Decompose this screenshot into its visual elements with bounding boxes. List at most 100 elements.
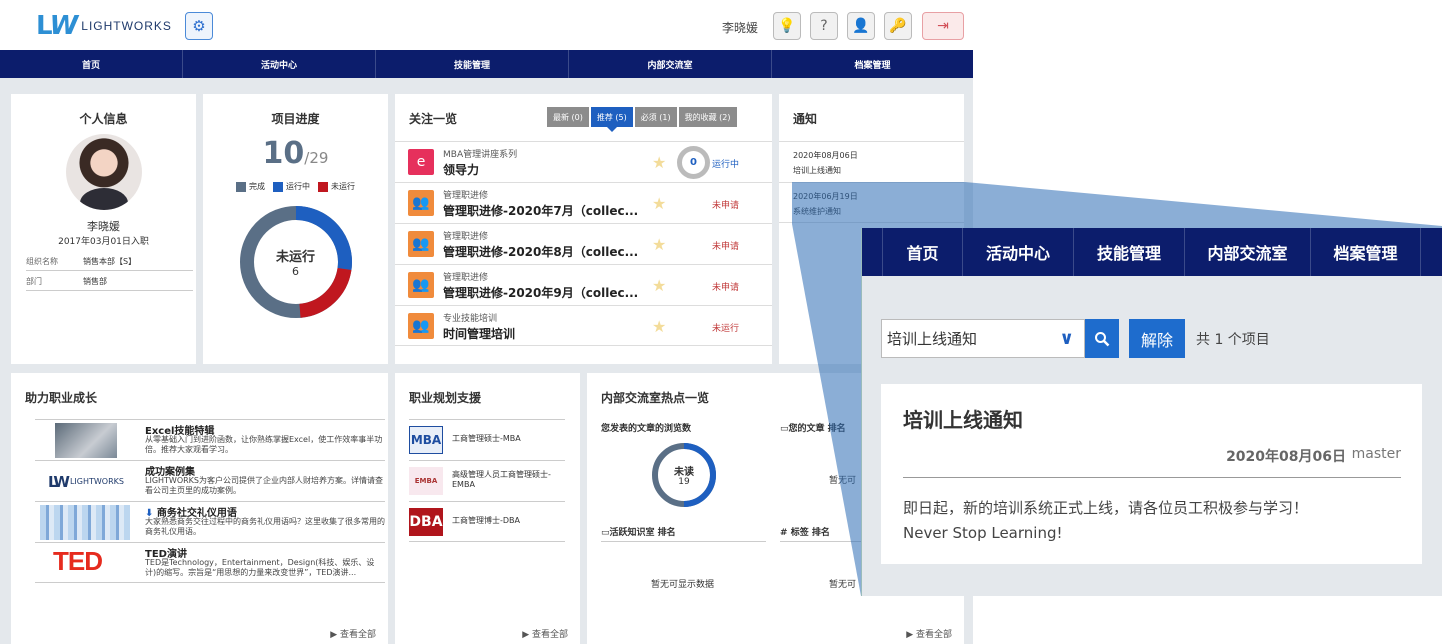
clear-button[interactable]: 解除 bbox=[1129, 319, 1185, 358]
group-icon: 👥 bbox=[408, 272, 434, 298]
unread-label: 未读 bbox=[674, 467, 694, 478]
zoom-nav-activity[interactable]: 活动中心 bbox=[962, 228, 1073, 276]
nav-archive[interactable]: 档案管理 bbox=[772, 50, 973, 78]
avatar bbox=[66, 134, 142, 210]
settings-button[interactable]: ⚙ bbox=[185, 12, 213, 40]
app-root: LW LIGHTWORKS ⚙ 李晓媛 💡 ? 👤 🔑 ⇥ 首页 活动中心 技能… bbox=[0, 0, 1442, 644]
legend-item: 完成 bbox=[236, 181, 265, 192]
career-item[interactable]: ⬇ 商务社交礼仪用语 大家熟悉商务交往过程中的商务礼仪用语吗？这里收集了很多常用… bbox=[35, 501, 385, 542]
nav-home[interactable]: 首页 bbox=[0, 50, 183, 78]
key-icon: 🔑 bbox=[889, 18, 907, 34]
user-icon: 👤 bbox=[852, 18, 870, 34]
item-title[interactable]: 管理职进修-2020年9月（collec... bbox=[443, 284, 638, 301]
item-desc: TED是Technology，Entertainment，Design(科技、娱… bbox=[145, 558, 375, 577]
star-icon[interactable]: ★ bbox=[652, 235, 666, 254]
legend-label: 完成 bbox=[249, 182, 265, 191]
tab-required[interactable]: 必须 (1) bbox=[634, 107, 677, 127]
follow-item[interactable]: 👥 专业技能培训 时间管理培训 ★ 未运行 bbox=[395, 305, 772, 346]
notice-select[interactable]: 培训上线通知 ∨ bbox=[881, 319, 1085, 358]
password-button[interactable]: 🔑 bbox=[884, 12, 912, 40]
item-text[interactable]: 高级管理人员工商管理硕士-EMBA bbox=[452, 470, 565, 490]
view-all-link[interactable]: ▶ 查看全部 bbox=[522, 627, 568, 640]
divider bbox=[903, 477, 1401, 478]
star-icon[interactable]: ★ bbox=[652, 317, 666, 336]
group-icon: 👥 bbox=[408, 231, 434, 257]
zoom-nav-exchange[interactable]: 内部交流室 bbox=[1184, 228, 1310, 276]
item-text[interactable]: 工商管理博士-DBA bbox=[452, 516, 520, 526]
planning-item[interactable]: MBA 工商管理硕士-MBA bbox=[409, 419, 565, 460]
follow-item[interactable]: 👥 管理职进修 管理职进修-2020年8月（collec... ★ 未申请 bbox=[395, 223, 772, 264]
notice-date: 2020年08月06日 bbox=[793, 151, 858, 160]
total-count: /29 bbox=[304, 149, 329, 167]
planning-item[interactable]: EMBA 高级管理人员工商管理硕士-EMBA bbox=[409, 460, 565, 501]
item-title[interactable]: 管理职进修-2020年8月（collec... bbox=[443, 243, 638, 260]
notice-date: 2020年06月19日 bbox=[793, 192, 858, 201]
help-button[interactable]: ? bbox=[810, 12, 838, 40]
career-item[interactable]: Excel技能特辑 从零基础入门到进阶函数，让你熟练掌握Excel，使工作效率事… bbox=[35, 419, 385, 460]
follow-item[interactable]: 👥 管理职进修 管理职进修-2020年7月（collec... ★ 未申请 bbox=[395, 182, 772, 223]
nav-skills[interactable]: 技能管理 bbox=[376, 50, 569, 78]
tab-favorites[interactable]: 我的收藏 (2) bbox=[678, 107, 737, 127]
follow-item[interactable]: e MBA管理讲座系列 领导力 ★ 0 运行中 bbox=[395, 141, 772, 182]
search-button[interactable] bbox=[1085, 319, 1119, 358]
active-room-header: ▭活跃知识室 排名 bbox=[601, 525, 766, 542]
item-category: 管理职进修 bbox=[443, 191, 489, 201]
career-item[interactable]: TED TED演讲 TED是Technology，Entertainment，D… bbox=[35, 542, 385, 583]
notice-item[interactable]: 2020年08月06日培训上线通知 bbox=[779, 141, 964, 182]
zoom-nav-home[interactable]: 首页 bbox=[882, 228, 962, 276]
tab-latest[interactable]: 最新 (0) bbox=[547, 107, 589, 127]
star-icon[interactable]: ★ bbox=[652, 194, 666, 213]
progress-circle: 0 bbox=[677, 146, 710, 179]
planning-item[interactable]: DBA 工商管理博士-DBA bbox=[409, 501, 565, 542]
item-status: 未运行 bbox=[712, 324, 740, 334]
logout-button[interactable]: ⇥ bbox=[922, 12, 964, 40]
info-row: 部门 销售部 bbox=[26, 272, 193, 291]
panel-title: 内部交流室热点一览 bbox=[601, 391, 710, 405]
gear-icon: ⚙ bbox=[192, 17, 206, 35]
join-date: 2017年03月01日入职 bbox=[58, 237, 149, 247]
progress-count: 10/29 bbox=[203, 136, 388, 171]
career-item[interactable]: LW LIGHTWORKS 成功案例集 LIGHTWORKS为客户公司提供了企业内… bbox=[35, 460, 385, 501]
mba-logo: MBA bbox=[409, 426, 443, 454]
tips-button[interactable]: 💡 bbox=[773, 12, 801, 40]
panel-title: 项目进度 bbox=[271, 112, 320, 126]
notice-text[interactable]: 系统维护通知 bbox=[793, 206, 964, 217]
item-desc: 从零基础入门到进阶函数，让你熟练掌握Excel，使工作效率事半功倍。推荐大家观看… bbox=[145, 435, 383, 454]
view-all-link[interactable]: ▶ 查看全部 bbox=[906, 627, 952, 640]
notice-item[interactable]: 2020年06月19日系统维护通知 bbox=[779, 182, 964, 223]
nav-exchange[interactable]: 内部交流室 bbox=[569, 50, 772, 78]
item-status: 未申请 bbox=[712, 283, 740, 293]
unread-count: 19 bbox=[678, 477, 690, 487]
info-value: 销售部 bbox=[83, 276, 107, 286]
no-data: 暂无可 bbox=[829, 476, 857, 486]
notice-text[interactable]: 培训上线通知 bbox=[793, 165, 964, 176]
no-data: 暂无可 bbox=[829, 580, 857, 590]
emba-logo: EMBA bbox=[409, 467, 443, 495]
nav-activity[interactable]: 活动中心 bbox=[183, 50, 376, 78]
logo[interactable]: LW LIGHTWORKS bbox=[36, 11, 172, 41]
info-key: 部门 bbox=[26, 276, 42, 286]
zoom-nav-archive[interactable]: 档案管理 bbox=[1310, 228, 1421, 276]
lightworks-thumbnail: LW LIGHTWORKS bbox=[48, 472, 124, 491]
my-articles-header: ▭您的文章 排名 bbox=[780, 421, 846, 434]
panel-title: 通知 bbox=[793, 112, 818, 126]
tab-recommended[interactable]: 推荐 (5) bbox=[590, 107, 633, 132]
view-all-link[interactable]: ▶ 查看全部 bbox=[330, 627, 376, 640]
legend-item: 未运行 bbox=[318, 181, 355, 192]
item-title[interactable]: 领导力 bbox=[443, 161, 479, 178]
profile-button[interactable]: 👤 bbox=[847, 12, 875, 40]
logo-mark-icon: LW bbox=[36, 11, 78, 41]
views-label: 您发表的文章的浏览数 bbox=[601, 424, 692, 434]
item-status: 未申请 bbox=[712, 242, 740, 252]
item-title[interactable]: 时间管理培训 bbox=[443, 325, 515, 342]
star-icon[interactable]: ★ bbox=[652, 153, 666, 172]
item-title[interactable]: 管理职进修-2020年7月（collec... bbox=[443, 202, 638, 219]
donut-center: 未运行 6 bbox=[203, 246, 388, 278]
item-desc: 大家熟悉商务交往过程中的商务礼仪用语吗？这里收集了很多常用的商务礼仪用语。 bbox=[145, 517, 385, 536]
star-icon[interactable]: ★ bbox=[652, 276, 666, 295]
follow-item[interactable]: 👥 管理职进修 管理职进修-2020年9月（collec... ★ 未申请 bbox=[395, 264, 772, 305]
item-text[interactable]: 工商管理硕士-MBA bbox=[452, 434, 521, 444]
panel-title: 职业规划支援 bbox=[409, 391, 482, 405]
logout-icon: ⇥ bbox=[937, 18, 949, 34]
zoom-nav-skills[interactable]: 技能管理 bbox=[1073, 228, 1184, 276]
